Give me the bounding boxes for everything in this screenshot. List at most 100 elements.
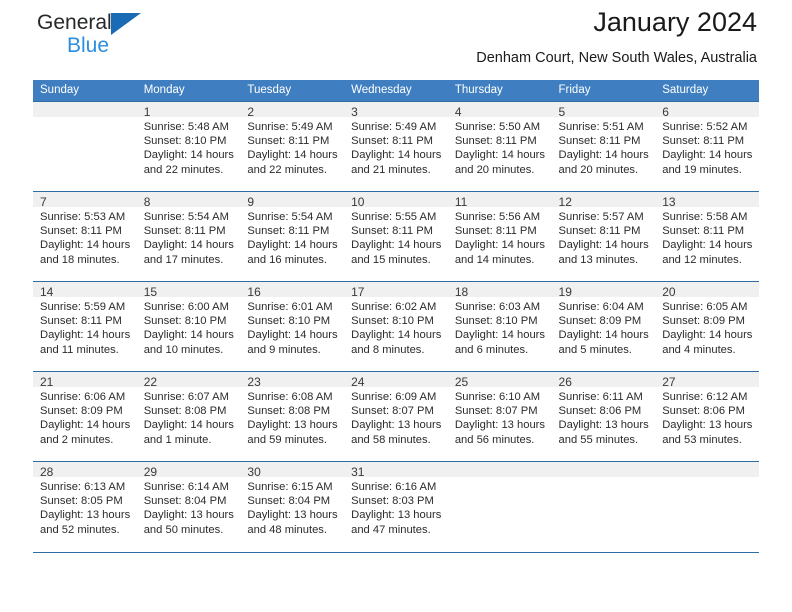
daylight-text: Daylight: 13 hours (40, 509, 131, 522)
day-number: 3 (344, 102, 448, 119)
daylight-text-cont: and 52 minutes. (40, 523, 120, 536)
sunrise-text: Sunrise: 5:52 AM (662, 121, 748, 133)
calendar-day-cell[interactable]: 7 Sunrise: 5:53 AM Sunset: 8:11 PM Daylight… (33, 191, 137, 282)
day-number: 27 (655, 372, 759, 389)
daylight-text: Daylight: 14 hours (351, 329, 442, 342)
calendar-day-cell[interactable]: 10 Sunrise: 5:55 AM Sunset: 8:11 PM Dayligh… (344, 191, 448, 282)
calendar-day-cell[interactable]: 23 Sunrise: 6:08 AM Sunset: 8:08 PM Dayligh… (240, 371, 345, 462)
day-details: Sunrise: 6:01 AM Sunset: 8:10 PM Daylight:… (240, 297, 344, 357)
sunrise-text: Sunrise: 6:07 AM (143, 391, 229, 403)
day-number: 30 (240, 462, 345, 479)
calendar-day-cell[interactable]: 27 Sunrise: 6:12 AM Sunset: 8:06 PM Dayligh… (655, 371, 759, 462)
calendar-day-cell[interactable]: 16 Sunrise: 6:01 AM Sunset: 8:10 PM Dayligh… (240, 281, 345, 372)
calendar-empty-cell (551, 461, 656, 552)
daylight-text-cont: and 2 minutes. (40, 433, 114, 446)
day-number: 8 (136, 192, 241, 209)
calendar-day-cell[interactable]: 11 Sunrise: 5:56 AM Sunset: 8:11 PM Dayligh… (447, 191, 552, 282)
calendar-day-cell[interactable]: 30 Sunrise: 6:15 AM Sunset: 8:04 PM Dayligh… (240, 461, 345, 552)
daylight-text: Daylight: 14 hours (40, 329, 131, 342)
day-details: Sunrise: 6:12 AM Sunset: 8:06 PM Daylight:… (655, 387, 759, 447)
daylight-text: Daylight: 14 hours (143, 239, 234, 252)
daylight-text-cont: and 21 minutes. (351, 163, 431, 176)
calendar-day-cell[interactable]: 2 Sunrise: 5:49 AM Sunset: 8:11 PM Daylight… (240, 101, 345, 192)
day-number: 9 (240, 192, 345, 209)
calendar-bottom-rule (33, 551, 759, 553)
sunrise-text: Sunrise: 5:59 AM (40, 301, 126, 313)
daylight-text: Daylight: 13 hours (247, 509, 338, 522)
daylight-text-cont: and 9 minutes. (247, 343, 321, 356)
calendar-day-cell[interactable]: 5 Sunrise: 5:51 AM Sunset: 8:11 PM Daylight… (551, 101, 656, 192)
day-details: Sunrise: 6:15 AM Sunset: 8:04 PM Daylight:… (240, 477, 344, 537)
calendar-day-cell[interactable]: 15 Sunrise: 6:00 AM Sunset: 8:10 PM Dayligh… (136, 281, 241, 372)
day-number (551, 462, 656, 477)
calendar-day-cell[interactable]: 31 Sunrise: 6:16 AM Sunset: 8:03 PM Dayligh… (344, 461, 448, 552)
calendar-day-cell[interactable]: 8 Sunrise: 5:54 AM Sunset: 8:11 PM Daylight… (136, 191, 241, 282)
day-number: 6 (655, 102, 759, 119)
logo-text-general: General (37, 11, 112, 34)
day-details: Sunrise: 6:10 AM Sunset: 8:07 PM Daylight:… (448, 387, 552, 447)
sunrise-text: Sunrise: 5:58 AM (662, 211, 748, 223)
sunset-text: Sunset: 8:11 PM (351, 225, 433, 238)
calendar-day-cell[interactable]: 28 Sunrise: 6:13 AM Sunset: 8:05 PM Dayligh… (33, 461, 137, 552)
day-details: Sunrise: 6:03 AM Sunset: 8:10 PM Daylight:… (448, 297, 552, 357)
logo-triangle-icon (110, 13, 141, 35)
day-details: Sunrise: 5:55 AM Sunset: 8:11 PM Daylight:… (344, 207, 448, 267)
weekday-header-monday: Monday (136, 80, 241, 102)
day-number: 11 (447, 192, 552, 209)
daylight-text: Daylight: 14 hours (40, 419, 131, 432)
daylight-text-cont: and 6 minutes. (454, 343, 529, 356)
sunset-text: Sunset: 8:05 PM (40, 495, 123, 508)
sunrise-text: Sunrise: 6:13 AM (40, 481, 126, 493)
weekday-header-thursday: Thursday (447, 80, 552, 102)
calendar-day-cell[interactable]: 4 Sunrise: 5:50 AM Sunset: 8:11 PM Daylight… (447, 101, 552, 192)
day-details: Sunrise: 6:07 AM Sunset: 8:08 PM Daylight:… (137, 387, 241, 447)
calendar-day-cell[interactable]: 25 Sunrise: 6:10 AM Sunset: 8:07 PM Dayligh… (447, 371, 552, 462)
calendar-day-cell[interactable]: 17 Sunrise: 6:02 AM Sunset: 8:10 PM Dayligh… (344, 281, 448, 372)
day-details: Sunrise: 6:04 AM Sunset: 8:09 PM Daylight:… (552, 297, 656, 357)
calendar-day-cell[interactable]: 1 Sunrise: 5:48 AM Sunset: 8:10 PM Daylight… (136, 101, 241, 192)
daylight-text: Daylight: 14 hours (40, 239, 131, 252)
day-details: Sunrise: 5:50 AM Sunset: 8:11 PM Daylight:… (448, 117, 552, 177)
calendar-day-cell[interactable]: 3 Sunrise: 5:49 AM Sunset: 8:11 PM Daylight… (344, 101, 448, 192)
daylight-text-cont: and 14 minutes. (454, 253, 535, 266)
calendar-day-cell[interactable]: 13 Sunrise: 5:58 AM Sunset: 8:11 PM Dayligh… (655, 191, 759, 282)
calendar-day-cell[interactable]: 18 Sunrise: 6:03 AM Sunset: 8:10 PM Dayligh… (447, 281, 552, 372)
day-number: 13 (655, 192, 759, 209)
daylight-text-cont: and 8 minutes. (351, 343, 425, 356)
calendar-day-cell[interactable]: 9 Sunrise: 5:54 AM Sunset: 8:11 PM Daylight… (240, 191, 345, 282)
calendar-week-row: 1 Sunrise: 5:48 AM Sunset: 8:10 PM Daylight… (33, 101, 759, 192)
day-details: Sunrise: 6:05 AM Sunset: 8:09 PM Daylight:… (655, 297, 759, 357)
calendar-day-cell[interactable]: 21 Sunrise: 6:06 AM Sunset: 8:09 PM Dayligh… (33, 371, 137, 462)
day-details: Sunrise: 6:00 AM Sunset: 8:10 PM Daylight:… (137, 297, 241, 357)
calendar-empty-cell (447, 461, 552, 552)
calendar-day-cell[interactable]: 24 Sunrise: 6:09 AM Sunset: 8:07 PM Dayligh… (344, 371, 448, 462)
calendar-day-cell[interactable]: 29 Sunrise: 6:14 AM Sunset: 8:04 PM Dayligh… (136, 461, 241, 552)
calendar-day-cell[interactable]: 22 Sunrise: 6:07 AM Sunset: 8:08 PM Dayligh… (136, 371, 241, 462)
sunset-text: Sunset: 8:07 PM (351, 405, 434, 418)
day-number: 22 (136, 372, 241, 389)
daylight-text: Daylight: 14 hours (143, 419, 234, 432)
daylight-text-cont: and 11 minutes. (40, 343, 119, 356)
day-number: 26 (551, 372, 656, 389)
day-number: 29 (136, 462, 241, 479)
calendar-day-cell[interactable]: 12 Sunrise: 5:57 AM Sunset: 8:11 PM Dayligh… (551, 191, 656, 282)
daylight-text-cont: and 16 minutes. (247, 253, 328, 266)
sunset-text: Sunset: 8:11 PM (351, 135, 433, 148)
sunset-text: Sunset: 8:10 PM (351, 315, 434, 328)
daylight-text-cont: and 53 minutes. (662, 433, 742, 446)
sunset-text: Sunset: 8:04 PM (247, 495, 331, 508)
calendar-day-cell[interactable]: 19 Sunrise: 6:04 AM Sunset: 8:09 PM Dayligh… (551, 281, 656, 372)
daylight-text: Daylight: 14 hours (143, 149, 234, 162)
calendar-day-cell[interactable]: 20 Sunrise: 6:05 AM Sunset: 8:09 PM Dayligh… (655, 281, 759, 372)
calendar-day-cell[interactable]: 26 Sunrise: 6:11 AM Sunset: 8:06 PM Dayligh… (551, 371, 656, 462)
calendar-day-cell[interactable]: 14 Sunrise: 5:59 AM Sunset: 8:11 PM Dayligh… (33, 281, 137, 372)
daylight-text-cont: and 19 minutes. (662, 163, 742, 176)
daylight-text-cont: and 5 minutes. (558, 343, 632, 356)
day-number (33, 102, 137, 117)
weekday-header-friday: Friday (551, 80, 656, 102)
daylight-text: Daylight: 14 hours (662, 329, 753, 342)
calendar-day-cell[interactable]: 6 Sunrise: 5:52 AM Sunset: 8:11 PM Daylight… (655, 101, 759, 192)
sunrise-text: Sunrise: 5:49 AM (247, 121, 333, 133)
sunrise-text: Sunrise: 6:15 AM (247, 481, 333, 493)
daylight-text: Daylight: 14 hours (454, 329, 545, 342)
